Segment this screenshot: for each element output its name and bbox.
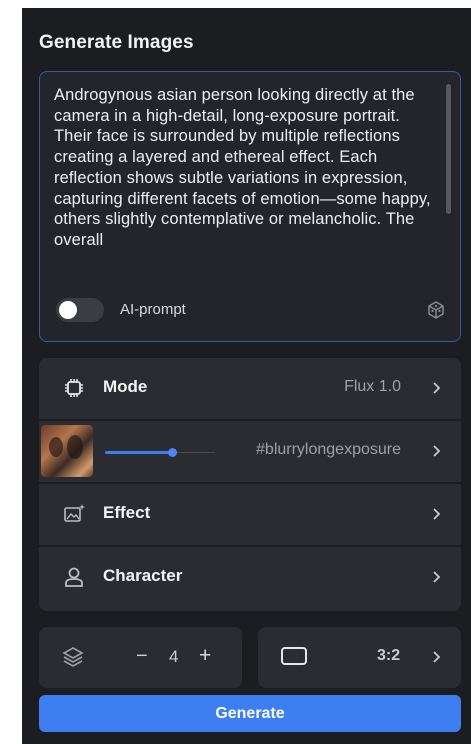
mode-label: Mode [103,377,148,396]
settings-menu: Mode Flux 1.0 #blurrylongexposure Effect [39,358,461,611]
effect-label: Effect [103,503,151,522]
chevron-right-icon [433,508,441,520]
chevron-right-icon [433,571,441,583]
ai-prompt-label: AI-prompt [120,301,186,318]
style-value: #blurrylongexposure [256,441,401,458]
slider-handle[interactable] [168,448,177,457]
toggle-knob [59,301,77,319]
style-thumbnail [41,425,93,477]
image-count-stepper: − 4 + [39,627,242,688]
panel-title: Generate Images [39,32,194,53]
prompt-text[interactable]: Androgynous asian person looking directl… [54,85,434,251]
generate-images-panel: Generate Images Androgynous asian person… [22,8,471,744]
aspect-ratio-selector[interactable]: 3:2 [258,627,461,688]
chip-icon [65,379,83,397]
ai-prompt-toggle[interactable] [56,298,104,322]
effect-row[interactable]: Effect [39,482,461,543]
character-row[interactable]: Character [39,545,461,606]
slider-remaining-track [177,452,215,453]
layers-icon [62,647,84,667]
chevron-right-icon [433,382,441,394]
prompt-textarea[interactable]: Androgynous asian person looking directl… [39,71,461,342]
image-count-value: 4 [169,647,179,666]
increment-button[interactable]: + [199,644,211,668]
chevron-right-icon [433,651,441,663]
generate-button[interactable]: Generate [39,695,461,732]
mode-row[interactable]: Mode Flux 1.0 [39,358,461,419]
prompt-scrollbar[interactable] [446,84,451,214]
aspect-ratio-value: 3:2 [377,647,401,664]
decrement-button[interactable]: − [136,645,148,668]
cube-icon[interactable] [426,300,446,320]
mode-value: Flux 1.0 [344,378,401,395]
person-icon [65,567,83,587]
style-row[interactable]: #blurrylongexposure [39,419,461,480]
character-label: Character [103,566,183,585]
style-strength-slider[interactable] [105,451,173,454]
rectangle-icon [281,647,307,665]
chevron-right-icon [433,445,441,457]
image-sparkle-icon [64,504,85,522]
